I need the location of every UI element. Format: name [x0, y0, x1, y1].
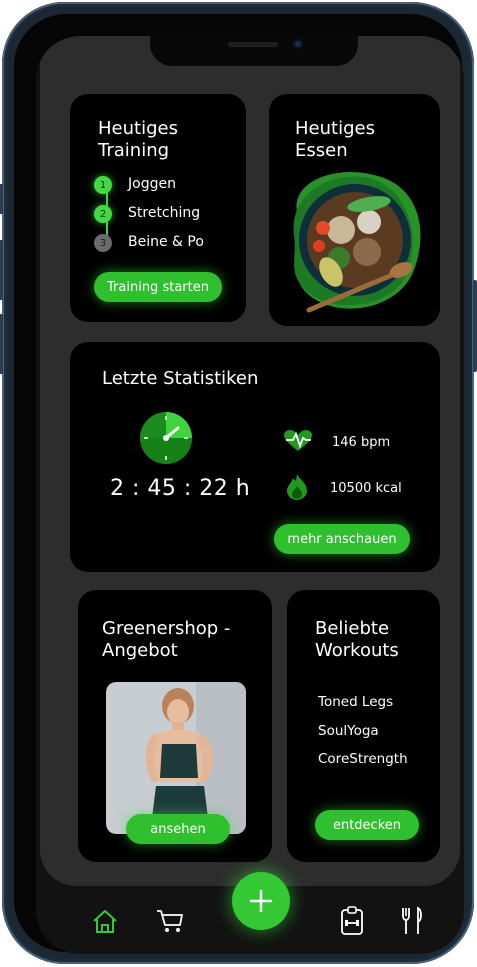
workout-item[interactable]: CoreStrength: [318, 751, 408, 767]
start-training-button[interactable]: Training starten: [94, 272, 222, 302]
dashboard: Heutiges Training 1 Joggen 2 Stretching …: [40, 36, 460, 886]
plus-icon: [249, 889, 273, 913]
heart-rate-value: 146 bpm: [332, 435, 391, 450]
stats-title: Letzte Statistiken: [102, 368, 259, 389]
side-button-volume-down: [0, 314, 3, 374]
step-2[interactable]: 2 Stretching: [94, 205, 200, 223]
calories-value: 10500 kcal: [330, 481, 402, 496]
food-title: Heutiges Essen: [295, 118, 375, 161]
screen: Heutiges Training 1 Joggen 2 Stretching …: [36, 36, 464, 954]
view-offer-button[interactable]: ansehen: [126, 814, 230, 844]
clipboard-icon[interactable]: [340, 906, 364, 936]
step-2-label: Stretching: [128, 205, 201, 221]
cart-icon[interactable]: [156, 908, 184, 934]
elapsed-time: 2 : 45 : 22 h: [110, 476, 251, 501]
phone-frame: Heutiges Training 1 Joggen 2 Stretching …: [0, 2, 477, 964]
camera: [293, 39, 303, 49]
flame-icon: [287, 474, 307, 500]
home-icon[interactable]: [91, 908, 119, 934]
workouts-title: Beliebte Workouts: [315, 618, 399, 661]
side-button-volume-up: [0, 240, 3, 300]
step-3[interactable]: 3 Beine & Po: [94, 234, 204, 252]
speaker: [228, 42, 278, 47]
food-card: Heutiges Essen: [269, 94, 440, 326]
add-button[interactable]: [232, 872, 290, 930]
step-3-label: Beine & Po: [128, 234, 204, 250]
stats-card: Letzte Statistiken 2 : 45 : 22 h 146 bpm…: [70, 342, 440, 572]
fork-knife-icon[interactable]: [400, 906, 424, 936]
step-2-number: 2: [94, 205, 112, 223]
discover-button[interactable]: entdecken: [315, 810, 419, 840]
step-1-label: Joggen: [128, 176, 176, 192]
notch: [150, 36, 358, 66]
stopwatch-icon: [140, 412, 192, 464]
athlete-photo[interactable]: [106, 682, 246, 834]
workouts-card: Beliebte Workouts Toned Legs SoulYoga Co…: [287, 590, 440, 862]
bezel: Heutiges Training 1 Joggen 2 Stretching …: [14, 14, 464, 954]
workout-item[interactable]: Toned Legs: [318, 694, 393, 710]
workout-item[interactable]: SoulYoga: [318, 723, 379, 739]
side-button-mute: [0, 184, 3, 214]
step-1[interactable]: 1 Joggen: [94, 176, 176, 194]
heart-rate-icon: [284, 430, 312, 451]
step-1-number: 1: [94, 176, 112, 194]
training-title: Heutiges Training: [98, 118, 178, 161]
training-card: Heutiges Training 1 Joggen 2 Stretching …: [70, 94, 246, 322]
shop-card: Greenershop - Angebot ansehen: [78, 590, 272, 862]
step-3-number: 3: [94, 234, 112, 252]
food-bowl-image[interactable]: [279, 160, 429, 320]
side-button-power: [473, 280, 477, 372]
shop-title: Greenershop - Angebot: [102, 618, 231, 661]
more-stats-button[interactable]: mehr anschauen: [274, 524, 410, 554]
